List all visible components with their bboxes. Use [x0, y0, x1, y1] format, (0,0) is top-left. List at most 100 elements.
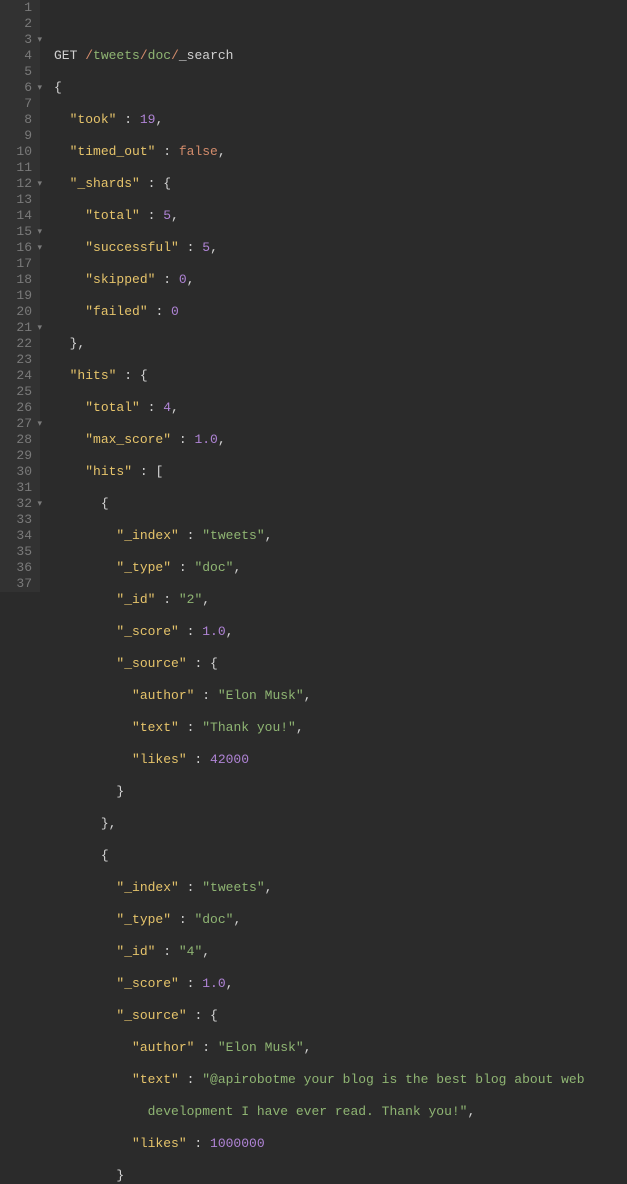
json-key: "successful"	[85, 240, 179, 255]
line-number: 11	[0, 160, 32, 176]
code-line: "text" : "Thank you!",	[54, 720, 627, 736]
line-number: 8	[0, 112, 32, 128]
code-line: "text" : "@apirobotme your blog is the b…	[54, 1072, 627, 1088]
line-number: 33	[0, 512, 32, 528]
code-line: development I have ever read. Thank you!…	[54, 1104, 627, 1120]
json-key: "_shards"	[70, 176, 140, 191]
json-string: "doc"	[194, 560, 233, 575]
path-seg: _search	[179, 48, 234, 63]
json-key: "hits"	[70, 368, 117, 383]
code-area[interactable]: GET /tweets/doc/_search { "took" : 19, "…	[40, 0, 627, 592]
code-line: "likes" : 1000000	[54, 1136, 627, 1152]
line-number: 7	[0, 96, 32, 112]
line-number: 32	[0, 496, 32, 512]
code-line: "skipped" : 0,	[54, 272, 627, 288]
code-line: "_shards" : {	[54, 176, 627, 192]
line-number: 24	[0, 368, 32, 384]
line-number: 10	[0, 144, 32, 160]
line-number: 6	[0, 80, 32, 96]
json-number: 5	[163, 208, 171, 223]
code-line: "_source" : {	[54, 1008, 627, 1024]
line-number-gutter: 1 2 3 4 5 6 7 8 9 10 11 12 13 14 15 16 1…	[0, 0, 40, 592]
code-line: "_score" : 1.0,	[54, 624, 627, 640]
code-line: "_index" : "tweets",	[54, 880, 627, 896]
json-number: 1.0	[202, 976, 225, 991]
json-string: "tweets"	[202, 880, 264, 895]
json-key: "_type"	[116, 912, 171, 927]
line-number: 19	[0, 288, 32, 304]
line-number: 37	[0, 576, 32, 592]
code-line: "_id" : "2",	[54, 592, 627, 608]
code-line: GET /tweets/doc/_search	[54, 48, 627, 64]
code-line: }	[54, 1168, 627, 1184]
json-string: "Thank you!"	[202, 720, 296, 735]
code-line: "_source" : {	[54, 656, 627, 672]
line-number: 34	[0, 528, 32, 544]
json-key: "hits"	[85, 464, 132, 479]
json-string: "tweets"	[202, 528, 264, 543]
code-line: "hits" : {	[54, 368, 627, 384]
line-number: 27	[0, 416, 32, 432]
json-string: "2"	[179, 592, 202, 607]
json-number: 1000000	[210, 1136, 265, 1151]
line-number: 29	[0, 448, 32, 464]
json-number: 5	[202, 240, 210, 255]
path-seg: tweets	[93, 48, 140, 63]
json-key: "text"	[132, 720, 179, 735]
json-key: "_score"	[116, 624, 178, 639]
line-number: 14	[0, 208, 32, 224]
line-number: 4	[0, 48, 32, 64]
line-number: 2	[0, 16, 32, 32]
line-number: 13	[0, 192, 32, 208]
code-line: "_type" : "doc",	[54, 560, 627, 576]
code-line: }	[54, 784, 627, 800]
code-line: "hits" : [	[54, 464, 627, 480]
code-line: {	[54, 80, 627, 96]
code-line: "successful" : 5,	[54, 240, 627, 256]
json-key: "text"	[132, 1072, 179, 1087]
json-number: 4	[163, 400, 171, 415]
json-key: "total"	[85, 208, 140, 223]
json-key: "timed_out"	[70, 144, 156, 159]
line-number: 23	[0, 352, 32, 368]
json-key: "skipped"	[85, 272, 155, 287]
json-key: "_id"	[116, 592, 155, 607]
line-number: 9	[0, 128, 32, 144]
json-string: "doc"	[194, 912, 233, 927]
json-key: "_score"	[116, 976, 178, 991]
json-key: "_index"	[116, 528, 178, 543]
line-number: 21	[0, 320, 32, 336]
json-key: "likes"	[132, 752, 187, 767]
json-number: 42000	[210, 752, 249, 767]
line-number: 30	[0, 464, 32, 480]
code-line: {	[54, 848, 627, 864]
json-key: "total"	[85, 400, 140, 415]
code-line: "author" : "Elon Musk",	[54, 688, 627, 704]
line-number: 22	[0, 336, 32, 352]
json-key: "_type"	[116, 560, 171, 575]
line-number: 20	[0, 304, 32, 320]
code-editor[interactable]: 1 2 3 4 5 6 7 8 9 10 11 12 13 14 15 16 1…	[0, 0, 627, 592]
json-key: "_id"	[116, 944, 155, 959]
code-line: },	[54, 336, 627, 352]
line-number: 15	[0, 224, 32, 240]
line-number: 31	[0, 480, 32, 496]
path-sep: /	[85, 48, 93, 63]
code-line: "author" : "Elon Musk",	[54, 1040, 627, 1056]
code-line: "_type" : "doc",	[54, 912, 627, 928]
json-key: "failed"	[85, 304, 147, 319]
code-line: "total" : 4,	[54, 400, 627, 416]
path-sep: /	[171, 48, 179, 63]
json-key: "_index"	[116, 880, 178, 895]
json-key: "likes"	[132, 1136, 187, 1151]
line-number: 18	[0, 272, 32, 288]
code-line: "likes" : 42000	[54, 752, 627, 768]
path-seg: doc	[148, 48, 171, 63]
code-line: "max_score" : 1.0,	[54, 432, 627, 448]
json-number: 0	[179, 272, 187, 287]
json-number: 0	[171, 304, 179, 319]
json-string: "@apirobotme your blog is the best blog …	[202, 1072, 584, 1087]
line-number: 5	[0, 64, 32, 80]
http-method: GET	[54, 48, 85, 63]
code-line: {	[54, 496, 627, 512]
